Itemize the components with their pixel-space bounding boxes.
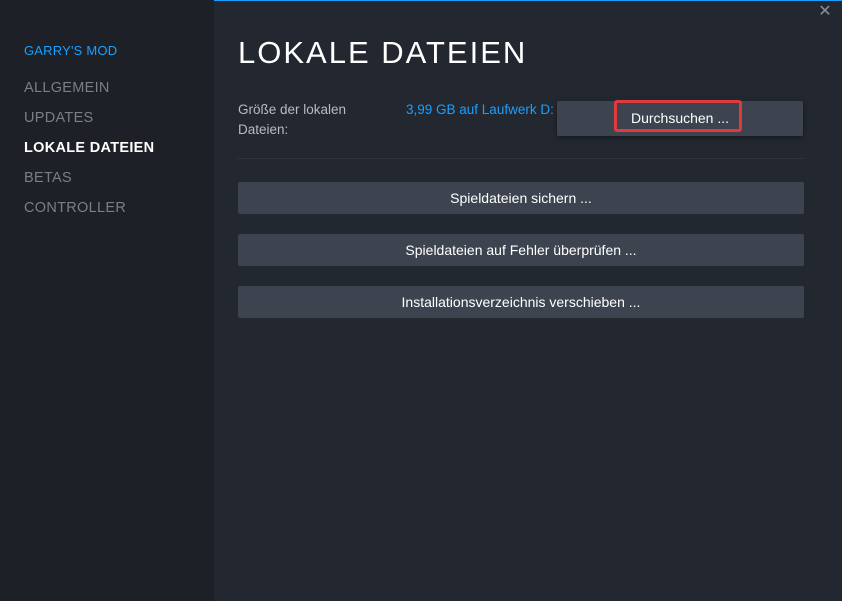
local-files-size-value: 3,99 GB auf Laufwerk D: [406, 102, 554, 117]
sidebar-item-updates[interactable]: UPDATES [24, 109, 154, 139]
sidebar-item-lokale-dateien[interactable]: LOKALE DATEIEN [24, 139, 154, 169]
local-files-size-label: Größe der lokalen Dateien: [238, 102, 347, 137]
move-install-folder-button[interactable]: Installationsverzeichnis verschieben ... [238, 286, 804, 318]
verify-game-files-button[interactable]: Spieldateien auf Fehler überprüfen ... [238, 234, 804, 266]
sidebar: GARRY'S MOD ALLGEMEIN UPDATES LOKALE DAT… [0, 0, 214, 601]
properties-window: GARRY'S MOD ALLGEMEIN UPDATES LOKALE DAT… [0, 0, 842, 601]
sidebar-item-betas[interactable]: BETAS [24, 169, 154, 199]
sidebar-nav: ALLGEMEIN UPDATES LOKALE DATEIEN BETAS C… [24, 79, 154, 229]
sidebar-item-allgemein[interactable]: ALLGEMEIN [24, 79, 154, 109]
game-title: GARRY'S MOD [24, 43, 118, 58]
page-title: LOKALE DATEIEN [238, 35, 528, 70]
backup-game-files-button[interactable]: Spieldateien sichern ... [238, 182, 804, 214]
close-icon[interactable]: ✕ [818, 4, 832, 20]
browse-button[interactable]: Durchsuchen ... [557, 101, 803, 136]
divider [238, 158, 804, 159]
top-accent-line [214, 0, 842, 1]
sidebar-item-controller[interactable]: CONTROLLER [24, 199, 154, 229]
